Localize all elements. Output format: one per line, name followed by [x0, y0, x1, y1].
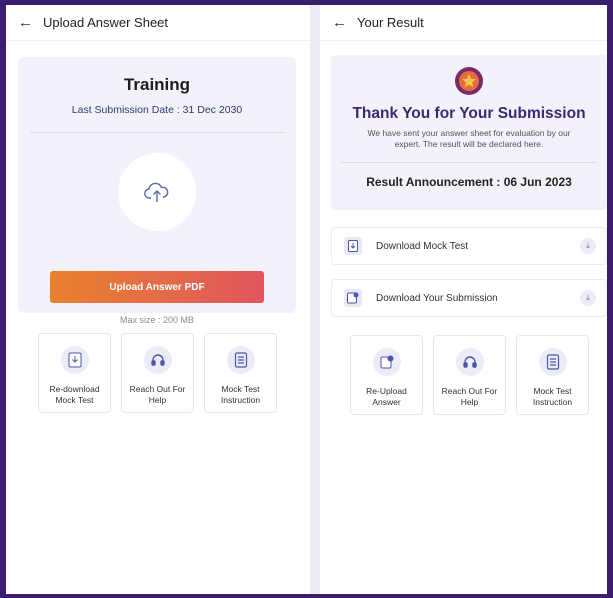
headset-icon	[455, 348, 484, 376]
tile-reach-out-for-help[interactable]: Reach Out For Help	[121, 333, 194, 413]
row-label: Download Your Submission	[376, 292, 498, 304]
back-arrow-icon[interactable]: ←	[18, 14, 33, 31]
download-submission-row[interactable]: Download Your Submission ⤓	[331, 279, 607, 317]
submission-icon	[344, 289, 362, 307]
max-size-note: Max size : 200 MB	[119, 315, 195, 325]
result-card: Thank You for Your Submission We have se…	[331, 55, 607, 210]
header: ← Upload Answer Sheet	[6, 5, 310, 41]
download-doc-icon	[60, 346, 89, 374]
back-arrow-icon[interactable]: ←	[332, 14, 347, 31]
download-icon[interactable]: ⤓	[580, 238, 596, 254]
action-tiles: Re-Upload Answer Reach Out For Help Mock…	[350, 335, 589, 415]
upload-pdf-button[interactable]: Upload Answer PDF	[50, 271, 264, 303]
cloud-upload-icon[interactable]	[118, 153, 196, 231]
download-mock-test-row[interactable]: Download Mock Test ⤓	[331, 227, 607, 265]
tile-mock-test-instruction[interactable]: Mock Test Instruction	[204, 333, 277, 413]
reupload-icon	[372, 348, 401, 376]
submission-date: Last Submission Date : 31 Dec 2030	[71, 104, 243, 116]
tile-label: Mock Test Instruction	[532, 386, 573, 407]
tile-label: Re-download Mock Test	[49, 384, 100, 405]
tile-reach-out-for-help[interactable]: Reach Out For Help	[433, 335, 506, 415]
download-icon[interactable]: ⤓	[580, 290, 596, 306]
divider	[30, 132, 284, 133]
document-download-icon	[344, 237, 362, 255]
document-list-icon	[538, 348, 567, 376]
thanks-title: Thank You for Your Submission	[352, 105, 586, 122]
divider	[341, 162, 597, 163]
card-title: Training	[123, 75, 191, 94]
tile-reupload-answer[interactable]: Re-Upload Answer	[350, 335, 423, 415]
tile-mock-test-instruction[interactable]: Mock Test Instruction	[516, 335, 589, 415]
your-result-screen: ← Your Result Thank You for Your Submiss…	[320, 5, 607, 594]
page-title: Your Result	[357, 15, 424, 30]
header: ← Your Result	[320, 5, 607, 41]
tile-label: Mock Test Instruction	[220, 384, 261, 405]
medal-icon	[454, 66, 484, 96]
page-title: Upload Answer Sheet	[43, 15, 169, 30]
upload-card: Training Last Submission Date : 31 Dec 2…	[18, 57, 296, 325]
panel-gap	[310, 130, 320, 394]
result-announcement: Result Announcement : 06 Jun 2023	[366, 175, 572, 189]
document-list-icon	[226, 346, 255, 374]
tile-label: Reach Out For Help	[441, 386, 498, 407]
action-tiles: Re-download Mock Test Reach Out For Help…	[38, 333, 277, 413]
row-label: Download Mock Test	[376, 240, 469, 252]
headset-icon	[143, 346, 172, 374]
tile-redownload-mock-test[interactable]: Re-download Mock Test	[38, 333, 111, 413]
tile-label: Reach Out For Help	[129, 384, 186, 405]
thanks-text: We have sent your answer sheet for evalu…	[367, 128, 571, 149]
upload-answer-screen: ← Upload Answer Sheet Training Last Subm…	[6, 5, 310, 594]
tile-label: Re-Upload Answer	[366, 386, 407, 407]
